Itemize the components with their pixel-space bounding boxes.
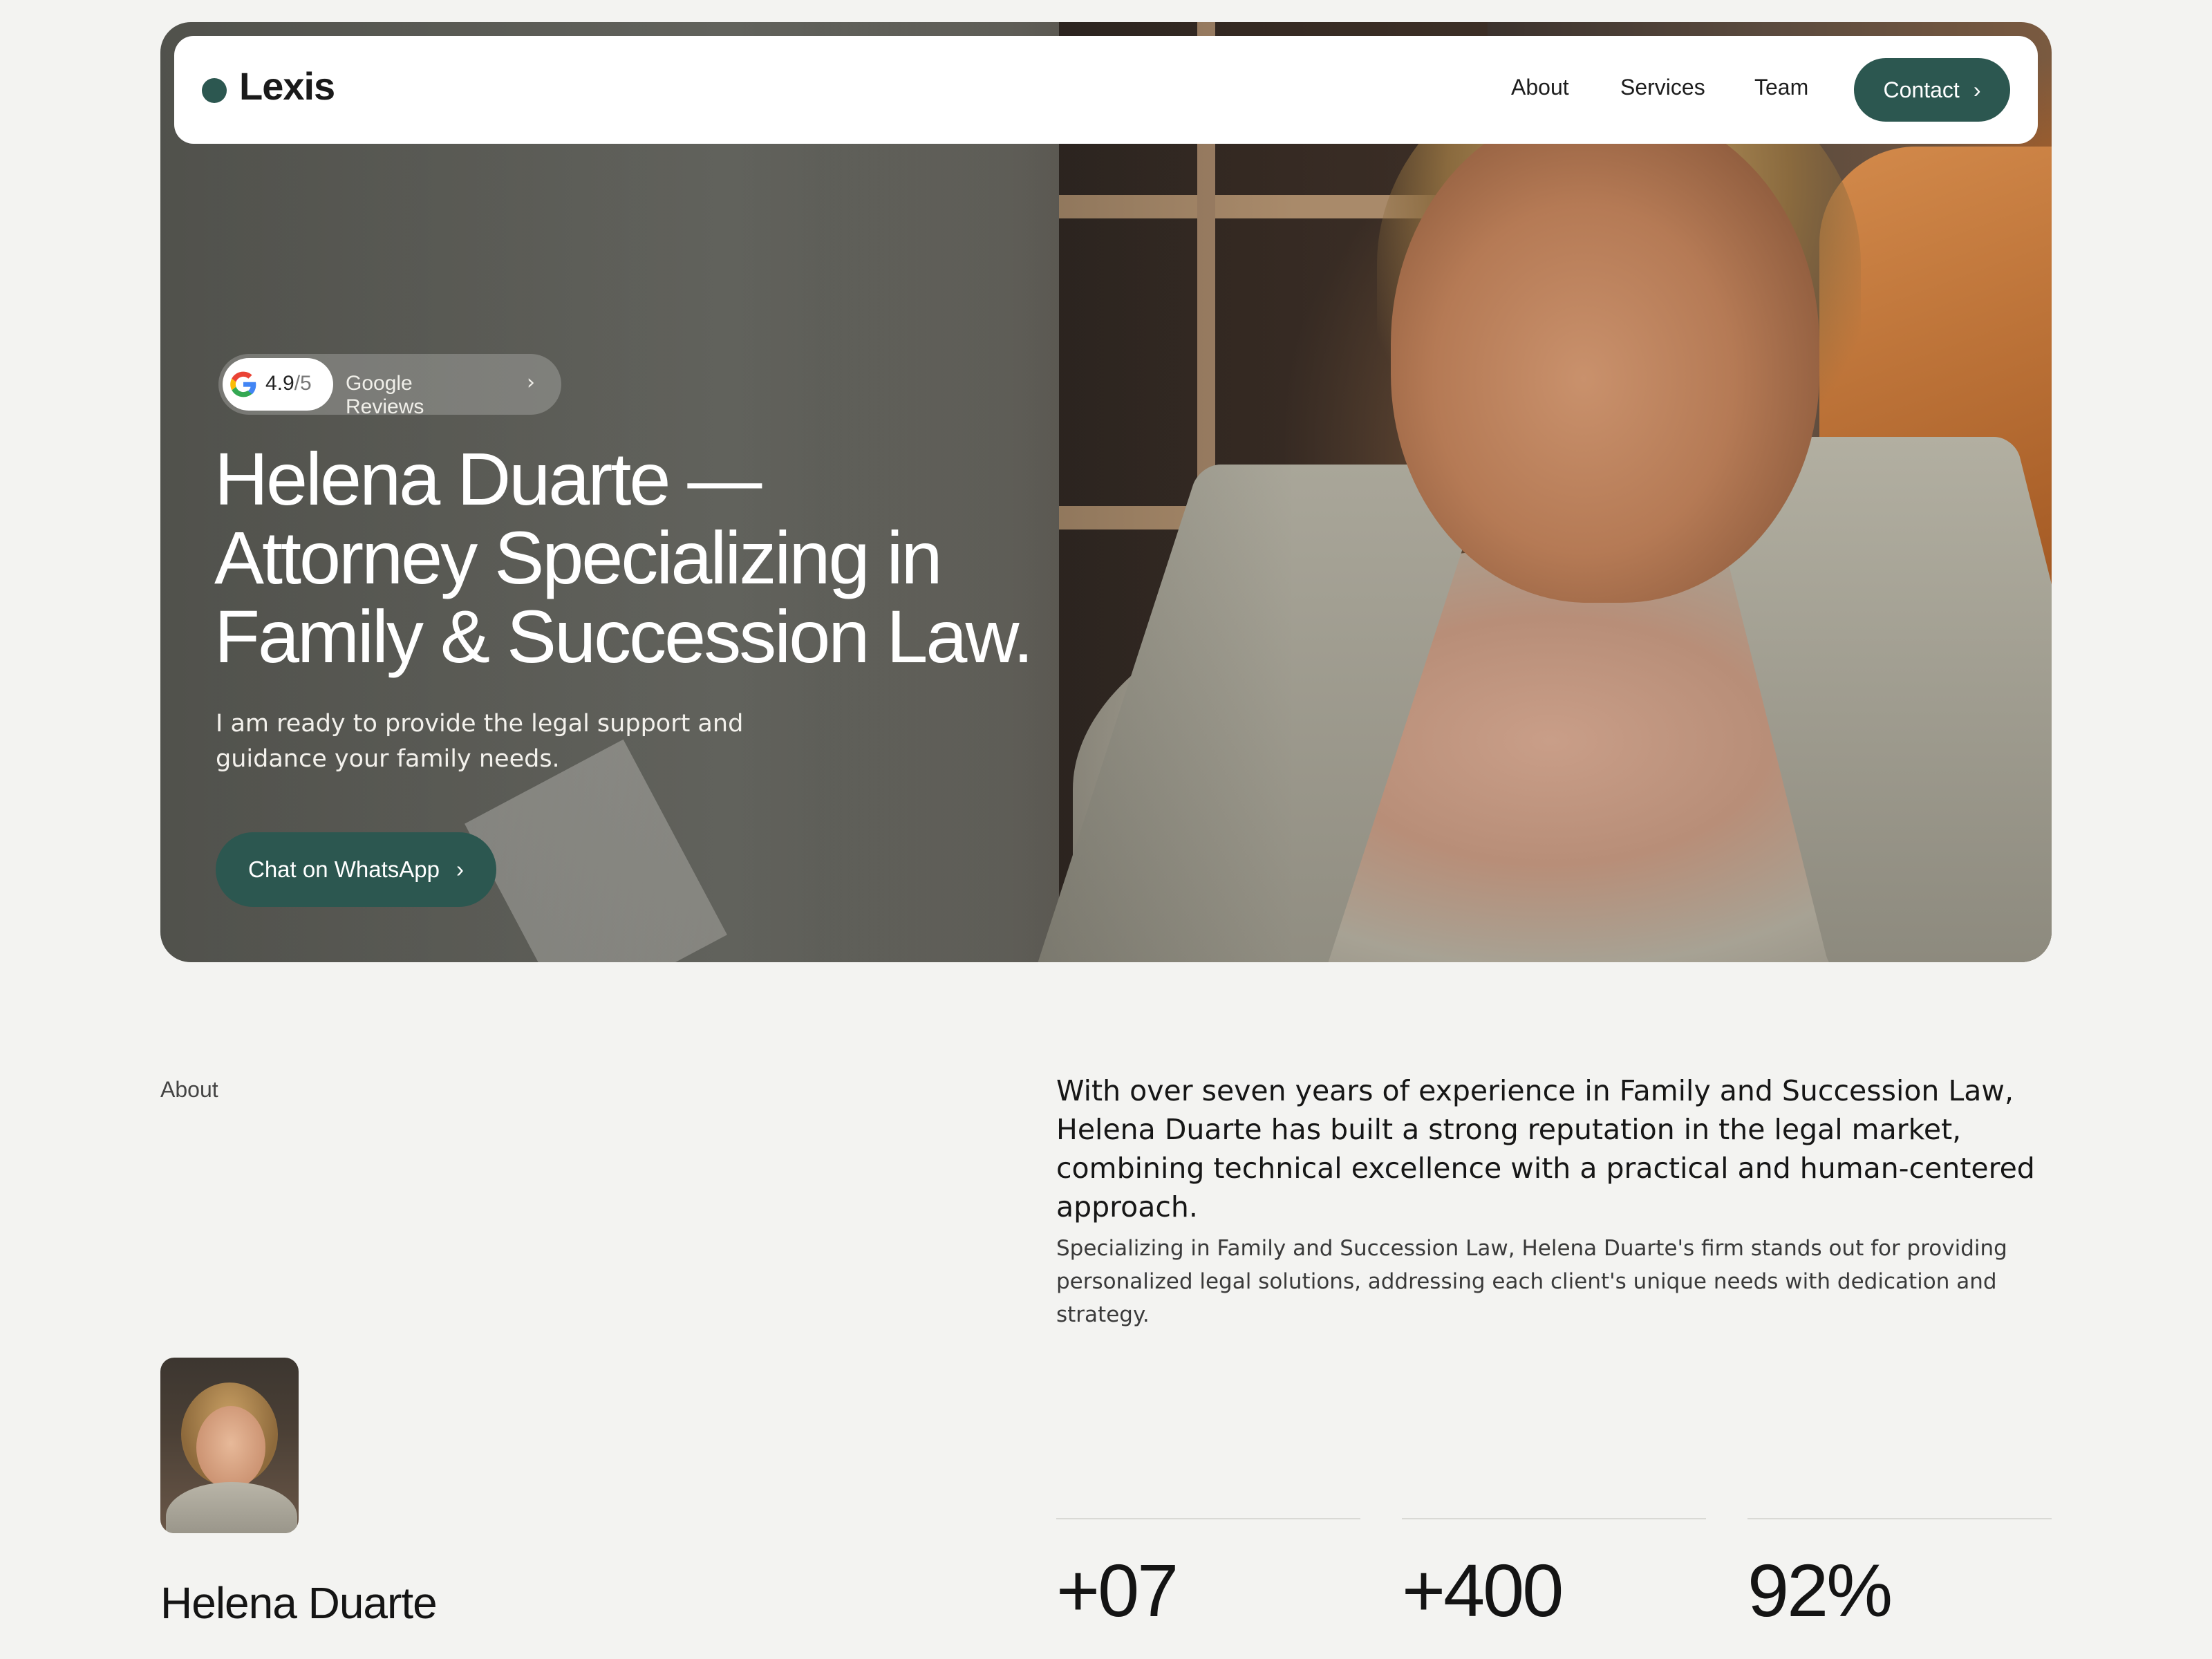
- about-lead-text: With over seven years of experience in F…: [1056, 1074, 2035, 1224]
- shelf-board: [1059, 506, 1488, 529]
- nav-link-services[interactable]: Services: [1620, 75, 1705, 100]
- stat-years-value: +07: [1056, 1548, 1179, 1632]
- figure-body: [1073, 547, 2052, 962]
- stat-success-value: 92%: [1747, 1548, 1893, 1632]
- shelf-post: [1197, 22, 1215, 962]
- stat-divider: [1747, 1518, 2052, 1519]
- hero-title-line: Family & Succession Law.: [214, 594, 1034, 678]
- stat-divider: [1402, 1518, 1706, 1519]
- person-name: Helena Duarte: [160, 1578, 438, 1628]
- rating-value: 4.9/5: [265, 372, 312, 395]
- avatar: [160, 1358, 299, 1533]
- logo-dot-icon: [202, 78, 227, 103]
- whatsapp-button[interactable]: Chat on WhatsApp ›: [216, 832, 496, 907]
- shelf-board: [1059, 195, 1488, 218]
- logo[interactable]: Lexis: [239, 64, 335, 109]
- hero-subtitle: I am ready to provide the legal support …: [216, 710, 744, 773]
- chevron-right-icon: ›: [456, 856, 464, 882]
- whatsapp-button-label: Chat on WhatsApp: [248, 856, 440, 882]
- about-section-label: About: [160, 1077, 218, 1102]
- nav-link-team[interactable]: Team: [1754, 75, 1808, 100]
- rating-scale: /5: [294, 372, 312, 395]
- stat-clients-value: +400: [1402, 1548, 1564, 1632]
- hero-title-line: Helena Duarte —: [214, 437, 762, 521]
- chevron-right-icon: ›: [1973, 77, 1981, 102]
- stat-divider: [1056, 1518, 1360, 1519]
- about-body-text: Specializing in Family and Succession La…: [1056, 1236, 2007, 1327]
- google-reviews-label: Google Reviews: [346, 372, 424, 418]
- avatar-face: [196, 1406, 265, 1489]
- hero-title-line: Attorney Specializing in: [214, 516, 943, 599]
- figure-jacket-right: [1696, 437, 2052, 962]
- figure-head: [1391, 105, 1819, 603]
- chevron-right-icon: ›: [527, 371, 535, 395]
- top-navbar: Lexis About Services Team Contact ›: [174, 36, 2038, 144]
- google-icon: [230, 371, 256, 397]
- avatar-body: [166, 1482, 297, 1533]
- rating-number: 4.9: [265, 372, 294, 395]
- chair: [1819, 147, 2052, 575]
- contact-button-label: Contact: [1883, 77, 1960, 102]
- nav-link-about[interactable]: About: [1511, 75, 1569, 100]
- contact-button[interactable]: Contact ›: [1854, 58, 2010, 122]
- background-shelf: [1059, 22, 1488, 962]
- hero-title: Helena Duarte — Attorney Specializing in…: [214, 440, 1113, 676]
